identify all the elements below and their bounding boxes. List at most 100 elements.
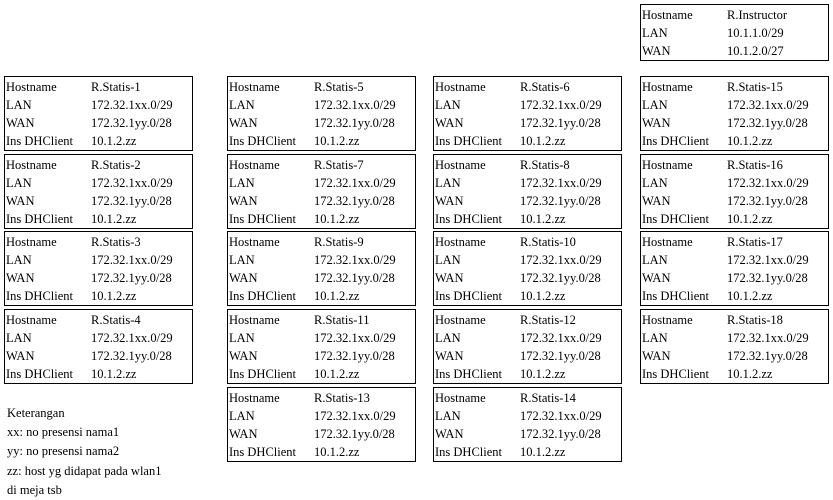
- router-lan: 172.32.1xx.0/29: [314, 253, 396, 267]
- router-lan: 172.32.1xx.0/29: [314, 176, 396, 190]
- hostname-label: Hostname: [229, 80, 280, 94]
- dhclient-label: Ins DHClient: [6, 134, 74, 148]
- wan-label: WAN: [6, 116, 35, 130]
- lan-label: LAN: [229, 409, 255, 423]
- wan-label: WAN: [6, 194, 35, 208]
- router-dhclient: 10.1.2.zz: [727, 289, 773, 303]
- dhclient-label: Ins DHClient: [229, 212, 297, 226]
- router-dhclient: 10.1.2.zz: [520, 289, 566, 303]
- router-wan: 172.32.1yy.0/28: [520, 271, 601, 285]
- wan-label: WAN: [6, 271, 35, 285]
- router-dhclient: 10.1.2.zz: [727, 212, 773, 226]
- hostname-label: Hostname: [435, 391, 486, 405]
- dhclient-label: Ins DHClient: [642, 212, 710, 226]
- router-hostname: R.Statis-2: [91, 158, 141, 172]
- router-hostname: R.Statis-5: [314, 80, 364, 94]
- dhclient-label: Ins DHClient: [642, 134, 710, 148]
- wan-label: WAN: [435, 194, 464, 208]
- router-hostname: R.Statis-11: [314, 313, 370, 327]
- notes-title: Keterangan: [7, 406, 65, 420]
- router-box: Hostname R.Statis-3 LAN 172.32.1xx.0/29 WAN 1…: [4, 231, 193, 306]
- router-box: Hostname R.Statis-10 LAN 172.32.1xx.0/29 WAN…: [433, 231, 622, 306]
- notes: Keterangan xx: no presensi nama1 yy: no …: [7, 404, 161, 500]
- router-lan: 172.32.1xx.0/29: [91, 176, 173, 190]
- router-box: Hostname R.Statis-6 LAN 172.32.1xx.0/29 WAN 1…: [433, 76, 622, 151]
- router-wan: 172.32.1yy.0/28: [727, 116, 808, 130]
- instructor-wan: 10.1.2.0/27: [727, 44, 784, 58]
- lan-label: LAN: [435, 331, 461, 345]
- router-hostname: R.Statis-3: [91, 235, 141, 249]
- router-dhclient: 10.1.2.zz: [314, 367, 360, 381]
- router-box: Hostname R.Statis-17 LAN 172.32.1xx.0/29 WAN…: [640, 231, 829, 306]
- hostname-label: Hostname: [6, 80, 57, 94]
- instructor-hostname: R.Instructor: [727, 8, 788, 22]
- dhclient-label: Ins DHClient: [229, 289, 297, 303]
- router-box: Hostname R.Statis-2 LAN 172.32.1xx.0/29 WAN 1…: [4, 154, 193, 229]
- router-dhclient: 10.1.2.zz: [314, 212, 360, 226]
- router-hostname: R.Statis-13: [314, 391, 370, 405]
- router-box: Hostname R.Statis-16 LAN 172.32.1xx.0/29 WAN…: [640, 154, 829, 229]
- router-wan: 172.32.1yy.0/28: [314, 271, 395, 285]
- wan-label: WAN: [642, 116, 671, 130]
- router-hostname: R.Statis-1: [91, 80, 141, 94]
- hostname-label: Hostname: [229, 158, 280, 172]
- dhclient-label: Ins DHClient: [229, 134, 297, 148]
- notes-line-yy: yy: no presensi nama2: [7, 444, 120, 459]
- router-lan: 172.32.1xx.0/29: [91, 253, 173, 267]
- router-wan: 172.32.1yy.0/28: [314, 349, 395, 363]
- router-dhclient: 10.1.2.zz: [520, 367, 566, 381]
- lan-label: LAN: [435, 176, 461, 190]
- dhclient-label: Ins DHClient: [435, 445, 503, 459]
- router-box: Hostname R.Statis-12 LAN 172.32.1xx.0/29 WAN…: [433, 309, 622, 384]
- router-dhclient: 10.1.2.zz: [314, 445, 360, 459]
- router-dhclient: 10.1.2.zz: [520, 212, 566, 226]
- lan-label: LAN: [6, 331, 32, 345]
- lan-label: LAN: [229, 331, 255, 345]
- lan-label: LAN: [642, 26, 668, 40]
- lan-label: LAN: [229, 98, 255, 112]
- router-hostname: R.Statis-15: [727, 80, 783, 94]
- lan-label: LAN: [642, 176, 668, 190]
- router-lan: 172.32.1xx.0/29: [314, 409, 396, 423]
- wan-label: WAN: [435, 427, 464, 441]
- instructor-box: Hostname R.Instructor LAN 10.1.1.0/29 WA…: [640, 4, 829, 61]
- hostname-label: Hostname: [435, 80, 486, 94]
- router-box: Hostname R.Statis-11 LAN 172.32.1xx.0/29 WAN…: [227, 309, 416, 384]
- wan-label: WAN: [229, 349, 258, 363]
- dhclient-label: Ins DHClient: [435, 134, 503, 148]
- router-lan: 172.32.1xx.0/29: [314, 331, 396, 345]
- wan-label: WAN: [435, 116, 464, 130]
- lan-label: LAN: [229, 253, 255, 267]
- dhclient-label: Ins DHClient: [229, 445, 297, 459]
- notes-line-zz: zz: host yg didapat pada wlan1: [7, 463, 162, 478]
- router-lan: 172.32.1xx.0/29: [727, 253, 809, 267]
- router-wan: 172.32.1yy.0/28: [727, 271, 808, 285]
- router-lan: 172.32.1xx.0/29: [314, 98, 396, 112]
- router-hostname: R.Statis-8: [520, 158, 570, 172]
- router-hostname: R.Statis-9: [314, 235, 364, 249]
- dhclient-label: Ins DHClient: [6, 212, 74, 226]
- router-lan: 172.32.1xx.0/29: [727, 331, 809, 345]
- router-hostname: R.Statis-17: [727, 235, 783, 249]
- router-dhclient: 10.1.2.zz: [727, 367, 773, 381]
- hostname-label: Hostname: [435, 158, 486, 172]
- router-box: Hostname R.Statis-15 LAN 172.32.1xx.0/29 WAN…: [640, 76, 829, 151]
- router-wan: 172.32.1yy.0/28: [314, 116, 395, 130]
- router-lan: 172.32.1xx.0/29: [520, 331, 602, 345]
- router-dhclient: 10.1.2.zz: [91, 289, 137, 303]
- router-lan: 172.32.1xx.0/29: [91, 331, 173, 345]
- router-lan: 172.32.1xx.0/29: [520, 176, 602, 190]
- router-hostname: R.Statis-10: [520, 235, 576, 249]
- wan-label: WAN: [642, 194, 671, 208]
- router-dhclient: 10.1.2.zz: [91, 212, 137, 226]
- dhclient-label: Ins DHClient: [435, 367, 503, 381]
- router-dhclient: 10.1.2.zz: [314, 289, 360, 303]
- router-dhclient: 10.1.2.zz: [91, 367, 137, 381]
- dhclient-label: Ins DHClient: [6, 289, 74, 303]
- router-lan: 172.32.1xx.0/29: [91, 98, 173, 112]
- router-box: Hostname R.Statis-9 LAN 172.32.1xx.0/29 WAN 1…: [227, 231, 416, 306]
- lan-label: LAN: [6, 98, 32, 112]
- router-dhclient: 10.1.2.zz: [520, 445, 566, 459]
- hostname-label: Hostname: [6, 158, 57, 172]
- router-dhclient: 10.1.2.zz: [314, 134, 360, 148]
